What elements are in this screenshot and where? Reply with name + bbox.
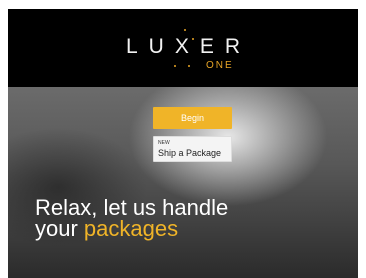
logo-dot-4 (188, 65, 190, 67)
logo-dot-2 (192, 38, 194, 40)
header-bar: LUXER ONE (8, 9, 358, 87)
app-screen: LUXER ONE Begin NEW Ship a Package Relax… (8, 9, 358, 278)
ship-package-button[interactable]: NEW Ship a Package (153, 136, 232, 162)
logo-subtext: ONE (206, 60, 234, 71)
tagline-prefix: your (35, 216, 78, 241)
ship-package-label: Ship a Package (158, 148, 222, 158)
tagline-highlight: packages (83, 216, 179, 241)
hero-tagline: Relax, let us handle your packages (35, 195, 275, 241)
logo-dot-1 (184, 29, 186, 31)
begin-button[interactable]: Begin (153, 107, 232, 129)
tagline-line-1: Relax, let us handle (35, 195, 229, 220)
hero-image: Begin NEW Ship a Package Relax, let us h… (8, 87, 358, 278)
new-badge: NEW (158, 140, 170, 146)
logo-wordmark: LUXER (126, 35, 252, 58)
tagline-line-2: your packages (35, 216, 275, 241)
luxer-one-logo: LUXER ONE (126, 29, 266, 79)
logo-dot-3 (174, 65, 176, 67)
